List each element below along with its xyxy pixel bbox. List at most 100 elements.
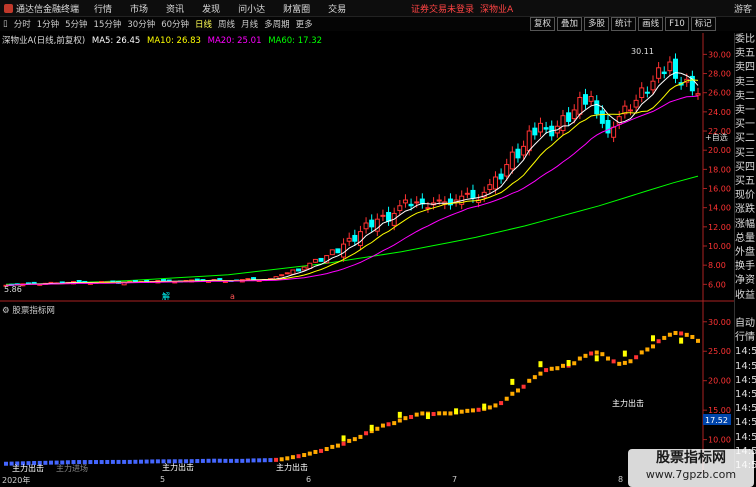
- price-tick-label: 20.00: [708, 146, 731, 155]
- right-panel-item: 14:50: [735, 389, 756, 401]
- indicator-bar: [696, 338, 700, 343]
- x-label-may: 5: [160, 475, 166, 484]
- right-panel-item: 买二: [735, 133, 755, 145]
- candle-body: [526, 130, 532, 152]
- right-panel-item: 14:50: [735, 431, 756, 443]
- price-tick-label: 30.00: [708, 50, 731, 59]
- candle-body: [588, 96, 594, 102]
- indicator-bar: [127, 459, 132, 464]
- candle-body: [521, 145, 527, 156]
- indicator-signal: [566, 360, 571, 367]
- indicator-bar: [392, 421, 397, 426]
- candle-body: [515, 148, 521, 159]
- ma10-line: [5, 79, 699, 286]
- guest-label[interactable]: 游客: [734, 2, 752, 15]
- indicator-bar: [622, 360, 627, 365]
- indicator-gear-icon[interactable]: ⚙: [2, 306, 12, 316]
- indicator-bar: [420, 411, 425, 416]
- indicator-bar: [409, 414, 414, 419]
- candle-body: [532, 127, 538, 136]
- self-select-button[interactable]: +自选: [705, 132, 728, 142]
- indicator-bar: [240, 458, 245, 463]
- candle-body: [312, 258, 318, 263]
- right-panel-item: 换手: [735, 261, 755, 273]
- indicator-bar: [313, 449, 318, 454]
- indicator-bar: [49, 460, 54, 465]
- indicator-bar: [667, 332, 672, 337]
- indicator-bar: [684, 332, 689, 337]
- indicator-bar: [538, 371, 543, 376]
- indicator-bar: [679, 331, 684, 336]
- indicator-bar: [476, 407, 481, 412]
- candle-body: [566, 112, 572, 122]
- indicator-tick-label: 30.00: [708, 318, 731, 327]
- indicator-bar: [99, 460, 104, 465]
- indicator-bar: [335, 443, 340, 448]
- indicator-bar: [319, 448, 324, 453]
- ma20-line: [5, 95, 699, 286]
- candle-body: [639, 87, 645, 98]
- indicator-signal: [454, 408, 459, 415]
- indicator-bar: [639, 350, 644, 355]
- indicator-bar: [279, 457, 284, 462]
- indicator-bar: [110, 459, 115, 464]
- chart-area[interactable]: 30.0028.0026.0024.0022.0020.0018.0016.00…: [0, 0, 734, 474]
- indicator-bar: [302, 453, 307, 458]
- candle-body: [667, 61, 673, 72]
- candle-body: [284, 272, 290, 275]
- candle-body: [504, 164, 510, 177]
- candle-body: [296, 268, 302, 272]
- candle-body: [301, 266, 307, 271]
- right-panel-item: [735, 303, 756, 317]
- indicator-tick-label: 25.00: [708, 347, 731, 356]
- indicator-bar: [397, 418, 402, 423]
- price-tick-label: 24.00: [708, 108, 731, 117]
- indicator-bar: [195, 459, 200, 464]
- watermark-title: 股票指标网: [656, 450, 726, 466]
- candle-body: [605, 119, 611, 134]
- right-panel-item: 涨幅: [735, 218, 755, 230]
- indicator-bar: [515, 388, 520, 393]
- price-tick-label: 26.00: [708, 89, 731, 98]
- candle-body: [357, 231, 363, 247]
- candle-body: [672, 58, 678, 79]
- right-panel-item: 买三: [735, 147, 755, 159]
- candle-body: [161, 279, 167, 282]
- right-panel-item: 自动: [735, 318, 755, 330]
- indicator-bar: [144, 459, 149, 464]
- candle-body: [509, 151, 515, 170]
- indicator-bar: [347, 438, 352, 443]
- candle-body: [245, 278, 251, 281]
- indicator-bar: [572, 361, 577, 366]
- indicator-bar: [549, 366, 554, 371]
- indicator-bar: [358, 434, 363, 439]
- candle-body: [498, 173, 504, 180]
- right-panel-item: 买四: [735, 161, 755, 173]
- low-annotation: 5.86: [4, 285, 22, 294]
- indicator-bar: [650, 344, 655, 349]
- indicator-bar: [499, 401, 504, 406]
- indicator-bar: [487, 405, 492, 410]
- indicator-bar: [206, 458, 211, 463]
- candle-body: [661, 71, 667, 75]
- indicator-signal: [679, 337, 684, 344]
- indicator-bar: [341, 441, 346, 446]
- buy-marker-1: 解: [162, 291, 170, 301]
- ind-label-3: 主力出击: [276, 462, 308, 472]
- price-tick-label: 18.00: [708, 165, 731, 174]
- indicator-bar: [527, 378, 532, 383]
- x-label-jul: 7: [452, 475, 458, 484]
- indicator-bar: [589, 351, 594, 356]
- price-tick-label: 14.00: [708, 204, 731, 213]
- time-axis: 2020年 5 6 7 8: [0, 474, 734, 487]
- ma-lines-group: [5, 72, 699, 286]
- candle-body: [492, 176, 498, 190]
- indicator-bar: [611, 359, 616, 364]
- indicator-signal: [538, 361, 543, 368]
- candle-body: [380, 214, 386, 217]
- candle-body: [594, 100, 600, 115]
- price-tick-label: 6.00: [708, 280, 726, 289]
- indicator-bar: [324, 447, 329, 452]
- candle-body: [577, 96, 583, 115]
- indicator-bar: [662, 335, 667, 340]
